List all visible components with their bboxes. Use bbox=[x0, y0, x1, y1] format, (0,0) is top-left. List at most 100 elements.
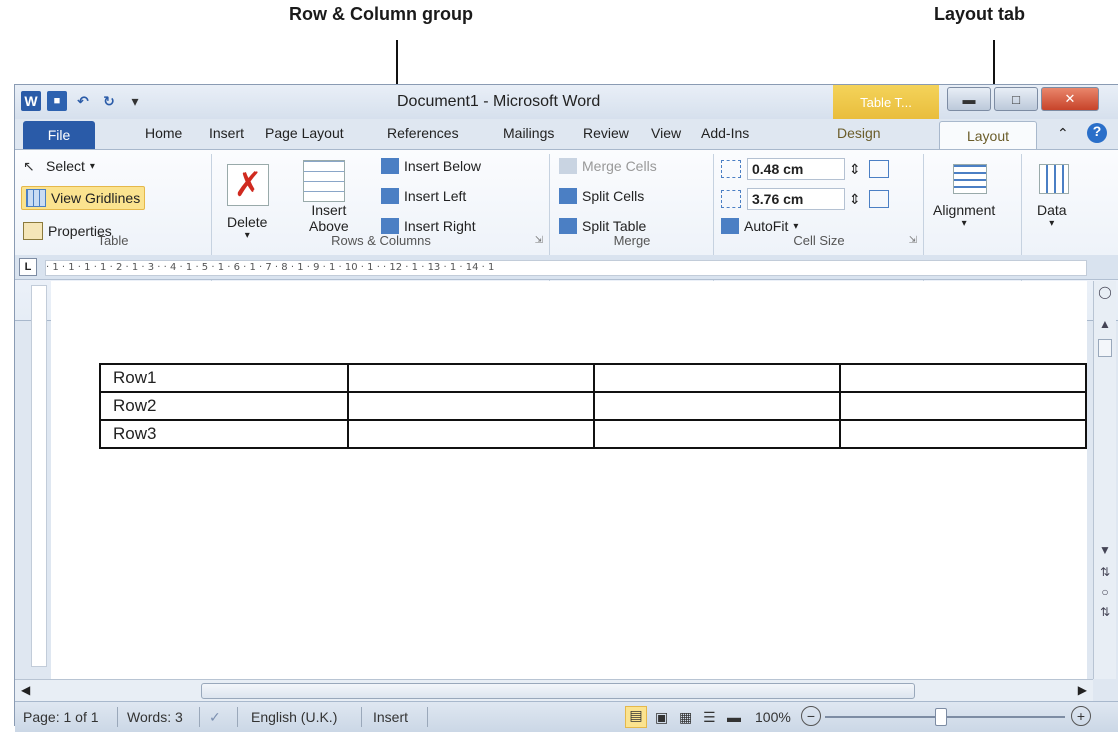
table-cell[interactable]: Row3 bbox=[99, 419, 349, 449]
merge-cells-button[interactable]: Merge Cells bbox=[559, 158, 657, 174]
status-mode[interactable]: Insert bbox=[373, 709, 408, 725]
horizontal-scroll-thumb[interactable] bbox=[201, 683, 915, 699]
row-height-field[interactable]: 0.48 cm ⇕ bbox=[721, 158, 889, 180]
column-width-spinner-icon[interactable]: ⇕ bbox=[849, 191, 861, 208]
select-button[interactable]: ↖ Select ▾ bbox=[23, 158, 95, 174]
proofing-icon[interactable]: ✓ bbox=[209, 709, 221, 726]
table-cell[interactable] bbox=[838, 363, 1088, 393]
table-cell[interactable] bbox=[838, 391, 1088, 421]
alignment-button[interactable]: Alignment ▾ bbox=[933, 202, 995, 229]
zoom-out-icon[interactable]: − bbox=[801, 706, 821, 726]
insert-above-button[interactable]: Insert Above bbox=[309, 202, 349, 234]
table-row[interactable]: Row2 bbox=[99, 391, 1088, 421]
redo-icon[interactable]: ↻ bbox=[99, 91, 119, 111]
view-gridlines-button[interactable]: View Gridlines bbox=[21, 186, 146, 210]
table-cell[interactable] bbox=[592, 363, 841, 393]
document-page[interactable]: Row1 Row2 Row3 bbox=[51, 281, 1088, 691]
ruler-toggle-icon[interactable]: ◯ bbox=[1098, 285, 1111, 299]
tab-add-ins[interactable]: Add-Ins bbox=[701, 125, 749, 141]
tab-layout[interactable]: Layout bbox=[939, 121, 1037, 150]
tab-review[interactable]: Review bbox=[583, 125, 629, 141]
row-height-value[interactable]: 0.48 cm bbox=[747, 158, 845, 180]
tab-mailings[interactable]: Mailings bbox=[503, 125, 554, 141]
insert-right-button[interactable]: Insert Right bbox=[381, 218, 476, 234]
close-button[interactable]: ✕ bbox=[1041, 87, 1099, 111]
column-width-value[interactable]: 3.76 cm bbox=[747, 188, 845, 210]
table-cell[interactable] bbox=[592, 419, 841, 449]
tab-selector-icon[interactable]: L bbox=[19, 258, 37, 276]
tab-design[interactable]: Design bbox=[837, 125, 881, 141]
web-layout-icon[interactable]: ▦ bbox=[679, 709, 692, 726]
full-screen-reading-icon[interactable]: ▣ bbox=[655, 709, 668, 726]
tab-insert[interactable]: Insert bbox=[209, 125, 244, 141]
status-language[interactable]: English (U.K.) bbox=[251, 709, 337, 725]
table-cell[interactable] bbox=[838, 419, 1088, 449]
tab-references[interactable]: References bbox=[387, 125, 459, 141]
scroll-thumb[interactable] bbox=[1098, 339, 1112, 357]
insert-above-icon[interactable] bbox=[303, 160, 345, 202]
table-cell[interactable] bbox=[346, 363, 595, 393]
table-cell[interactable] bbox=[346, 391, 595, 421]
scroll-right-icon[interactable]: ▶ bbox=[1078, 683, 1087, 697]
word-logo-icon[interactable]: W bbox=[21, 91, 41, 111]
horizontal-scrollbar[interactable]: ◀ ▶ bbox=[15, 679, 1093, 702]
undo-icon[interactable]: ↶ bbox=[73, 91, 93, 111]
status-words[interactable]: Words: 3 bbox=[127, 709, 183, 725]
scroll-down-icon[interactable]: ▼ bbox=[1099, 543, 1111, 557]
previous-page-icon[interactable]: ⇅ bbox=[1100, 565, 1110, 579]
minimize-button[interactable]: ▬ bbox=[947, 87, 991, 111]
alignment-icon[interactable] bbox=[953, 164, 987, 194]
draft-icon[interactable]: ▬ bbox=[727, 709, 741, 725]
insert-below-button[interactable]: Insert Below bbox=[381, 158, 481, 174]
customize-qat-icon[interactable]: ▾ bbox=[125, 91, 145, 111]
zoom-level[interactable]: 100% bbox=[755, 709, 791, 725]
insert-left-icon bbox=[381, 188, 399, 204]
vertical-scrollbar[interactable]: ◯ ▲ ▼ ⇅ ○ ⇅ bbox=[1093, 281, 1116, 679]
data-button[interactable]: Data ▾ bbox=[1037, 202, 1067, 229]
delete-icon[interactable]: ✗ bbox=[227, 164, 269, 206]
distribute-columns-icon[interactable] bbox=[868, 190, 889, 208]
insert-above-label-2: Above bbox=[309, 218, 349, 234]
scroll-up-icon[interactable]: ▲ bbox=[1099, 317, 1111, 331]
table-cell[interactable]: Row2 bbox=[99, 391, 349, 421]
autofit-button[interactable]: AutoFit ▾ bbox=[721, 218, 798, 234]
merge-cells-icon bbox=[559, 158, 577, 174]
tab-view[interactable]: View bbox=[651, 125, 681, 141]
outline-icon[interactable]: ☰ bbox=[703, 709, 716, 726]
split-table-button[interactable]: Split Table bbox=[559, 218, 646, 234]
row-height-spinner-icon[interactable]: ⇕ bbox=[849, 161, 861, 178]
table-row[interactable]: Row3 bbox=[99, 419, 1088, 449]
status-page[interactable]: Page: 1 of 1 bbox=[23, 709, 99, 725]
document-table[interactable]: Row1 Row2 Row3 bbox=[99, 363, 1088, 449]
save-icon[interactable]: ■ bbox=[47, 91, 67, 111]
autofit-icon bbox=[721, 218, 739, 234]
table-cell[interactable] bbox=[346, 419, 595, 449]
row-column-group-callout: Row & Column group bbox=[289, 4, 473, 24]
help-icon[interactable]: ? bbox=[1087, 123, 1107, 143]
column-width-field[interactable]: 3.76 cm ⇕ bbox=[721, 188, 889, 210]
tab-file[interactable]: File bbox=[23, 121, 95, 149]
tab-page-layout[interactable]: Page Layout bbox=[265, 125, 344, 141]
distribute-rows-icon[interactable] bbox=[868, 160, 889, 178]
browse-object-icon[interactable]: ○ bbox=[1101, 585, 1108, 599]
print-layout-icon[interactable]: ▤ bbox=[625, 706, 647, 728]
dialog-launcher-icon[interactable]: ⇲ bbox=[909, 235, 917, 246]
vertical-ruler bbox=[31, 285, 47, 667]
scroll-left-icon[interactable]: ◀ bbox=[21, 683, 30, 697]
dialog-launcher-icon[interactable]: ⇲ bbox=[535, 235, 543, 246]
zoom-in-icon[interactable]: + bbox=[1071, 706, 1091, 726]
insert-left-button[interactable]: Insert Left bbox=[381, 188, 466, 204]
minimize-ribbon-icon[interactable]: ⌃ bbox=[1057, 125, 1069, 142]
split-cells-button[interactable]: Split Cells bbox=[559, 188, 644, 204]
table-row[interactable]: Row1 bbox=[99, 363, 1088, 393]
table-cell[interactable] bbox=[592, 391, 841, 421]
maximize-button[interactable]: □ bbox=[994, 87, 1038, 111]
tab-home[interactable]: Home bbox=[145, 125, 182, 141]
divider bbox=[237, 707, 238, 727]
data-icon[interactable] bbox=[1039, 164, 1069, 194]
table-cell[interactable]: Row1 bbox=[99, 363, 349, 393]
next-page-icon[interactable]: ⇅ bbox=[1100, 605, 1110, 619]
ruler-scale[interactable]: · 1 · 1 · 1 · 1 · 2 · 1 · 3 · · 4 · 1 · … bbox=[45, 260, 1087, 276]
delete-label: Delete bbox=[227, 214, 268, 230]
zoom-slider-thumb[interactable] bbox=[935, 708, 947, 726]
